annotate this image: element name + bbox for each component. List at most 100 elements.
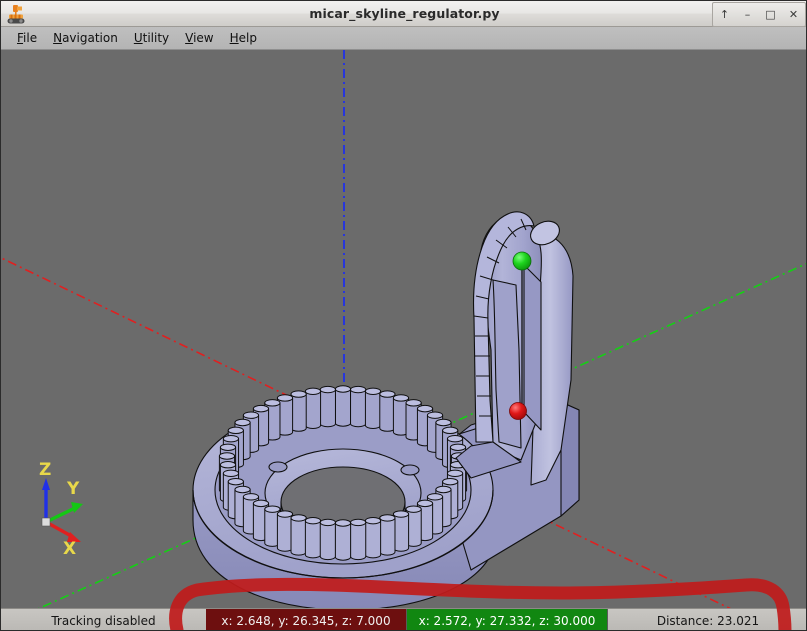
gear-pin-cap: [252, 499, 270, 508]
gear-pin-cap: [219, 443, 237, 451]
gear-pin-cap: [449, 443, 467, 451]
gear-pin-cap: [334, 519, 352, 527]
gear-pin: [379, 393, 396, 432]
menu-mnemonic-help: H: [229, 31, 239, 45]
gear-pin-cap: [234, 485, 251, 494]
menu-item-help[interactable]: Help: [222, 29, 265, 47]
gear-pin-cap: [416, 499, 434, 508]
status-bar: Tracking disabled x: 2.648, y: 26.345, z…: [1, 608, 806, 630]
gizmo-label-z: Z: [39, 460, 51, 480]
menu-label-help: elp: [238, 31, 257, 45]
gear-pin-cap: [426, 411, 444, 419]
status-coordinate-red: x: 2.648, y: 26.345, z: 7.000: [206, 609, 407, 630]
gizmo-label-y: Y: [66, 479, 80, 499]
point-marker-green[interactable]: [512, 251, 532, 271]
gear-pin-cap: [379, 390, 396, 398]
gear-pin-cap: [334, 385, 352, 393]
menu-item-view[interactable]: View: [177, 29, 221, 47]
gear-pin: [304, 390, 322, 429]
gear-pin-cap: [379, 514, 396, 522]
gear-pin-cap: [218, 452, 236, 460]
menu-label-navigation: avigation: [62, 31, 118, 45]
menu-bar: File Navigation Utility View Help: [1, 27, 806, 50]
menu-label-utility: tility: [142, 31, 170, 45]
gear-pin-cap: [350, 518, 367, 527]
point-marker-red[interactable]: [509, 402, 527, 420]
gear-pin: [334, 388, 352, 427]
gear-pin-cap: [227, 426, 244, 435]
application-window: micar_skyline_regulator.py ↑ – □ ✕ File …: [0, 0, 807, 631]
menu-label-file: ile: [23, 31, 38, 45]
menu-item-utility[interactable]: Utility: [126, 29, 177, 47]
gear-pin-cap: [242, 493, 260, 501]
window-controls: ↑ – □ ✕: [712, 2, 806, 27]
title-bar: micar_skyline_regulator.py ↑ – □ ✕: [1, 1, 806, 27]
robot-machine-icon: [4, 2, 28, 26]
gear-pin-cap: [405, 399, 422, 407]
gear-pin-cap: [227, 477, 244, 486]
arm-slot-face: [523, 264, 542, 431]
gear-pin-cap: [222, 434, 240, 443]
gear-pin: [379, 517, 396, 556]
minimize-button[interactable]: –: [736, 4, 759, 25]
gear-pin-cap: [416, 404, 434, 413]
viewport-canvas: Z Y X: [1, 50, 806, 608]
menu-label-view: iew: [193, 31, 214, 45]
always-on-top-button[interactable]: ↑: [713, 4, 736, 25]
gear-pin-cap: [304, 387, 322, 395]
status-distance-label: Distance: 23.021: [656, 613, 760, 628]
gear-pin: [350, 389, 367, 428]
gear-pin: [392, 513, 410, 552]
gear-pin-cap: [435, 418, 452, 427]
gear-pin-cap: [392, 510, 410, 518]
gear-pin-cap: [446, 469, 464, 478]
close-button[interactable]: ✕: [782, 4, 805, 25]
gear-pin-cap: [276, 394, 294, 402]
gear-pin-cap: [405, 505, 422, 513]
gear-pin: [319, 389, 336, 428]
gear-pin: [290, 517, 307, 556]
status-tracking-label: Tracking disabled: [51, 613, 156, 628]
gear-pin-cap: [242, 411, 260, 419]
gear-pin-cap: [290, 514, 307, 522]
gear-pin-cap: [222, 469, 240, 478]
gear-pin-cap: [426, 493, 444, 501]
gear-pin-cap: [350, 385, 367, 394]
cad-viewport-3d[interactable]: Z Y X: [1, 50, 806, 608]
gear-pin-cap: [442, 426, 459, 435]
hub-hole-left: [268, 461, 288, 473]
window-title: micar_skyline_regulator.py: [309, 6, 500, 21]
gear-pin-cap: [319, 518, 336, 527]
gear-pin: [350, 521, 367, 561]
menu-mnemonic-view: V: [185, 31, 194, 45]
gear-pin-cap: [219, 461, 237, 469]
gear-pin: [334, 522, 352, 561]
gear-pin-cap: [435, 485, 452, 494]
gear-pin: [290, 393, 307, 432]
gear-pin: [276, 513, 294, 552]
gear-pin-cap: [392, 394, 410, 402]
gear-pin-cap: [290, 390, 307, 398]
menu-item-file[interactable]: File: [9, 29, 45, 47]
gear-pin-cap: [234, 418, 251, 427]
gizmo-origin: [41, 517, 51, 527]
gear-pin-cap: [442, 477, 459, 486]
hub-hole-right: [400, 464, 420, 476]
gear-pin-cap: [264, 399, 281, 407]
menu-item-navigation[interactable]: Navigation: [45, 29, 126, 47]
gear-pin-cap: [446, 434, 464, 443]
gear-pin-cap: [276, 510, 294, 518]
gizmo-label-x: X: [63, 539, 76, 559]
gear-pin: [319, 521, 336, 561]
gear-pin: [364, 520, 382, 559]
gear-pin-cap: [364, 517, 382, 525]
maximize-button[interactable]: □: [759, 4, 782, 25]
menu-mnemonic-utility: U: [133, 31, 143, 45]
menu-mnemonic-navigation: N: [53, 31, 63, 45]
gear-pin-cap: [364, 387, 382, 395]
gear-pin-cap: [304, 517, 322, 525]
status-coordinate-green: x: 2.572, y: 27.332, z: 30.000: [407, 609, 608, 630]
gear-pin: [304, 520, 322, 559]
gear-pin-cap: [252, 404, 270, 413]
gear-pin: [364, 390, 382, 429]
